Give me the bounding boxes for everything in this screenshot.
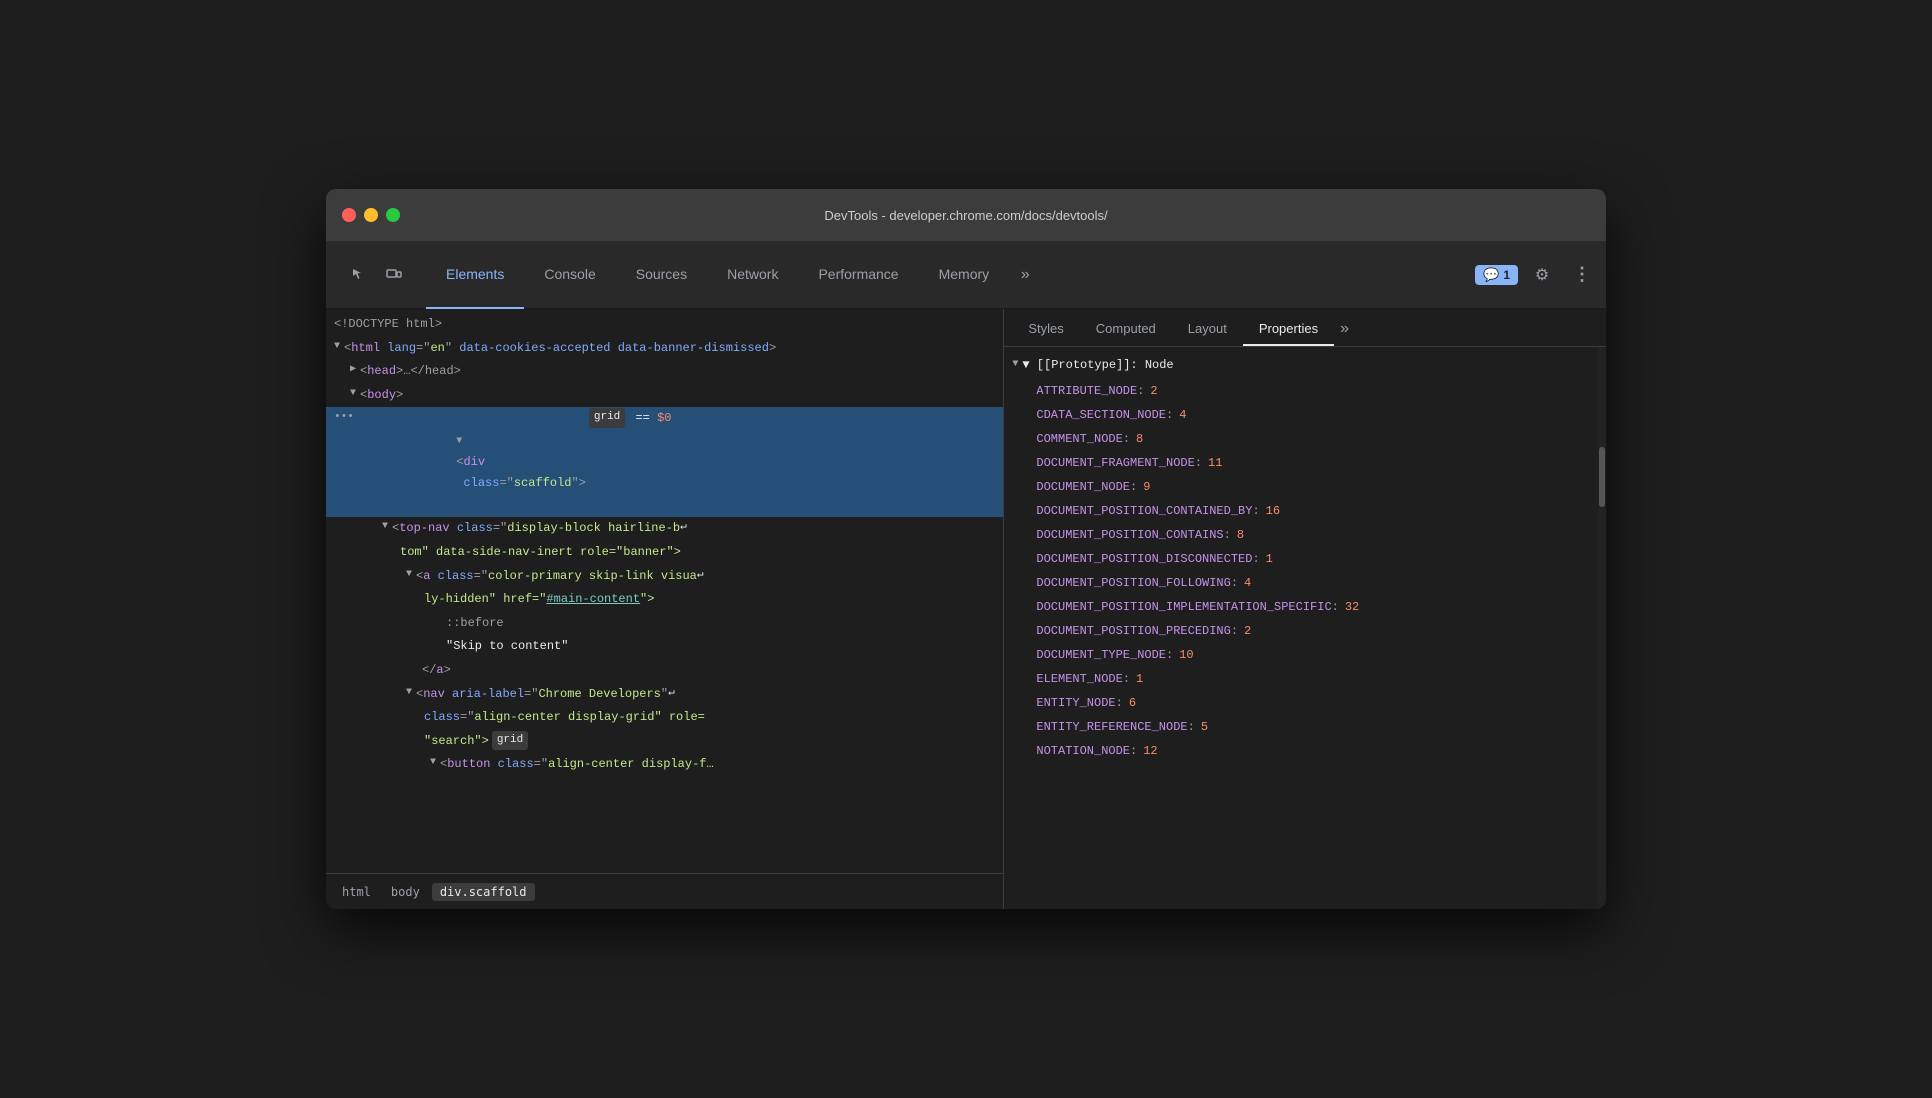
right-tabbar: Styles Computed Layout Properties » [1004,309,1606,347]
property-row: DOCUMENT_NODE: 9 [1004,475,1606,499]
tab-console[interactable]: Console [524,241,615,309]
comment-badge[interactable]: 💬 1 [1475,265,1518,285]
dom-html-open[interactable]: ▼ <html lang="en" data-cookies-accepted … [326,337,1003,361]
property-rows: ATTRIBUTE_NODE: 2CDATA_SECTION_NODE: 4CO… [1004,379,1606,763]
property-row: ELEMENT_NODE: 1 [1004,667,1606,691]
maximize-button[interactable] [386,208,400,222]
property-row: ENTITY_REFERENCE_NODE: 5 [1004,715,1606,739]
window-title: DevTools - developer.chrome.com/docs/dev… [824,208,1107,223]
inspect-element-icon[interactable] [342,259,374,291]
property-row: DOCUMENT_POSITION_DISCONNECTED: 1 [1004,547,1606,571]
scrollbar-track[interactable] [1598,347,1606,909]
property-row: DOCUMENT_FRAGMENT_NODE: 11 [1004,451,1606,475]
dom-top-nav[interactable]: ▼ <top-nav class="display-block hairline… [326,517,1003,541]
main-content: <!DOCTYPE html> ▼ <html lang="en" data-c… [326,309,1606,909]
dom-skip-text[interactable]: "Skip to content" [326,635,1003,659]
elements-panel: <!DOCTYPE html> ▼ <html lang="en" data-c… [326,309,1004,909]
property-row: COMMENT_NODE: 8 [1004,427,1606,451]
property-row: ATTRIBUTE_NODE: 2 [1004,379,1606,403]
dom-nav-cont2[interactable]: "search"> grid [326,730,1003,754]
property-row: DOCUMENT_POSITION_CONTAINS: 8 [1004,523,1606,547]
dom-head[interactable]: ▶ <head>…</head> [326,360,1003,384]
tab-memory[interactable]: Memory [919,241,1010,309]
titlebar: DevTools - developer.chrome.com/docs/dev… [326,189,1606,241]
traffic-lights [342,208,400,222]
dom-doctype[interactable]: <!DOCTYPE html> [326,313,1003,337]
breadcrumb-bar: html body div.scaffold [326,873,1003,909]
prototype-arrow-icon: ▼ [1012,355,1018,375]
property-row: DOCUMENT_POSITION_CONTAINED_BY: 16 [1004,499,1606,523]
right-tab-styles[interactable]: Styles [1012,313,1079,346]
devtools-toolbar-icons [334,259,418,291]
property-row: CDATA_SECTION_NODE: 4 [1004,403,1606,427]
right-panel: Styles Computed Layout Properties » ▼ ▼ [1004,309,1606,909]
tab-sources[interactable]: Sources [616,241,707,309]
property-row: DOCUMENT_POSITION_FOLLOWING: 4 [1004,571,1606,595]
dom-nav-cont[interactable]: class="align-center display-grid" role= [326,706,1003,730]
dom-before-pseudo[interactable]: ::before [326,612,1003,636]
grid-badge[interactable]: grid [589,408,625,428]
dom-top-nav-cont[interactable]: tom" data-side-nav-inert role="banner"> [326,541,1003,565]
minimize-button[interactable] [364,208,378,222]
breadcrumb-html[interactable]: html [334,883,379,901]
settings-icon[interactable]: ⚙ [1526,259,1558,291]
main-tabbar: Elements Console Sources Network Perform… [326,241,1606,309]
dom-div-scaffold[interactable]: ••• ▼ <div class="scaffold"> grid == $0 [326,407,1003,517]
dom-tree[interactable]: <!DOCTYPE html> ▼ <html lang="en" data-c… [326,309,1003,873]
more-tabs-button[interactable]: » [1009,259,1041,291]
property-row: DOCUMENT_TYPE_NODE: 10 [1004,643,1606,667]
dom-body[interactable]: ▼ <body> [326,384,1003,408]
devtools-window: DevTools - developer.chrome.com/docs/dev… [326,189,1606,909]
property-row: DOCUMENT_POSITION_IMPLEMENTATION_SPECIFI… [1004,595,1606,619]
property-row: DOCUMENT_POSITION_PRECEDING: 2 [1004,619,1606,643]
properties-panel-content[interactable]: ▼ ▼ [[Prototype]]: Node ATTRIBUTE_NODE: … [1004,347,1606,909]
dom-a-skip-cont[interactable]: ly-hidden" href="#main-content"> [326,588,1003,612]
right-tab-computed[interactable]: Computed [1080,313,1172,346]
tabbar-right-actions: 💬 1 ⚙ ⋮ [1475,259,1598,291]
breadcrumb-body[interactable]: body [383,883,428,901]
tab-network[interactable]: Network [707,241,798,309]
dom-nav[interactable]: ▼ <nav aria-label="Chrome Developers"↵ [326,683,1003,707]
dom-a-skip[interactable]: ▼ <a class="color-primary skip-link visu… [326,565,1003,589]
breadcrumb-div-scaffold[interactable]: div.scaffold [432,883,535,901]
property-row: ENTITY_NODE: 6 [1004,691,1606,715]
more-options-icon[interactable]: ⋮ [1566,259,1598,291]
dom-a-close[interactable]: </a> [326,659,1003,683]
close-button[interactable] [342,208,356,222]
property-row: NOTATION_NODE: 12 [1004,739,1606,763]
prototype-header[interactable]: ▼ ▼ [[Prototype]]: Node [1004,351,1606,379]
dom-button[interactable]: ▼ <button class="align-center display-f… [326,753,1003,777]
right-tab-layout[interactable]: Layout [1172,313,1243,346]
grid-badge-2[interactable]: grid [492,731,528,751]
tab-performance[interactable]: Performance [798,241,918,309]
right-tab-properties[interactable]: Properties [1243,313,1334,346]
right-tab-more[interactable]: » [1334,312,1355,346]
scrollbar-thumb[interactable] [1599,447,1605,507]
tab-elements[interactable]: Elements [426,241,524,309]
device-toolbar-icon[interactable] [378,259,410,291]
